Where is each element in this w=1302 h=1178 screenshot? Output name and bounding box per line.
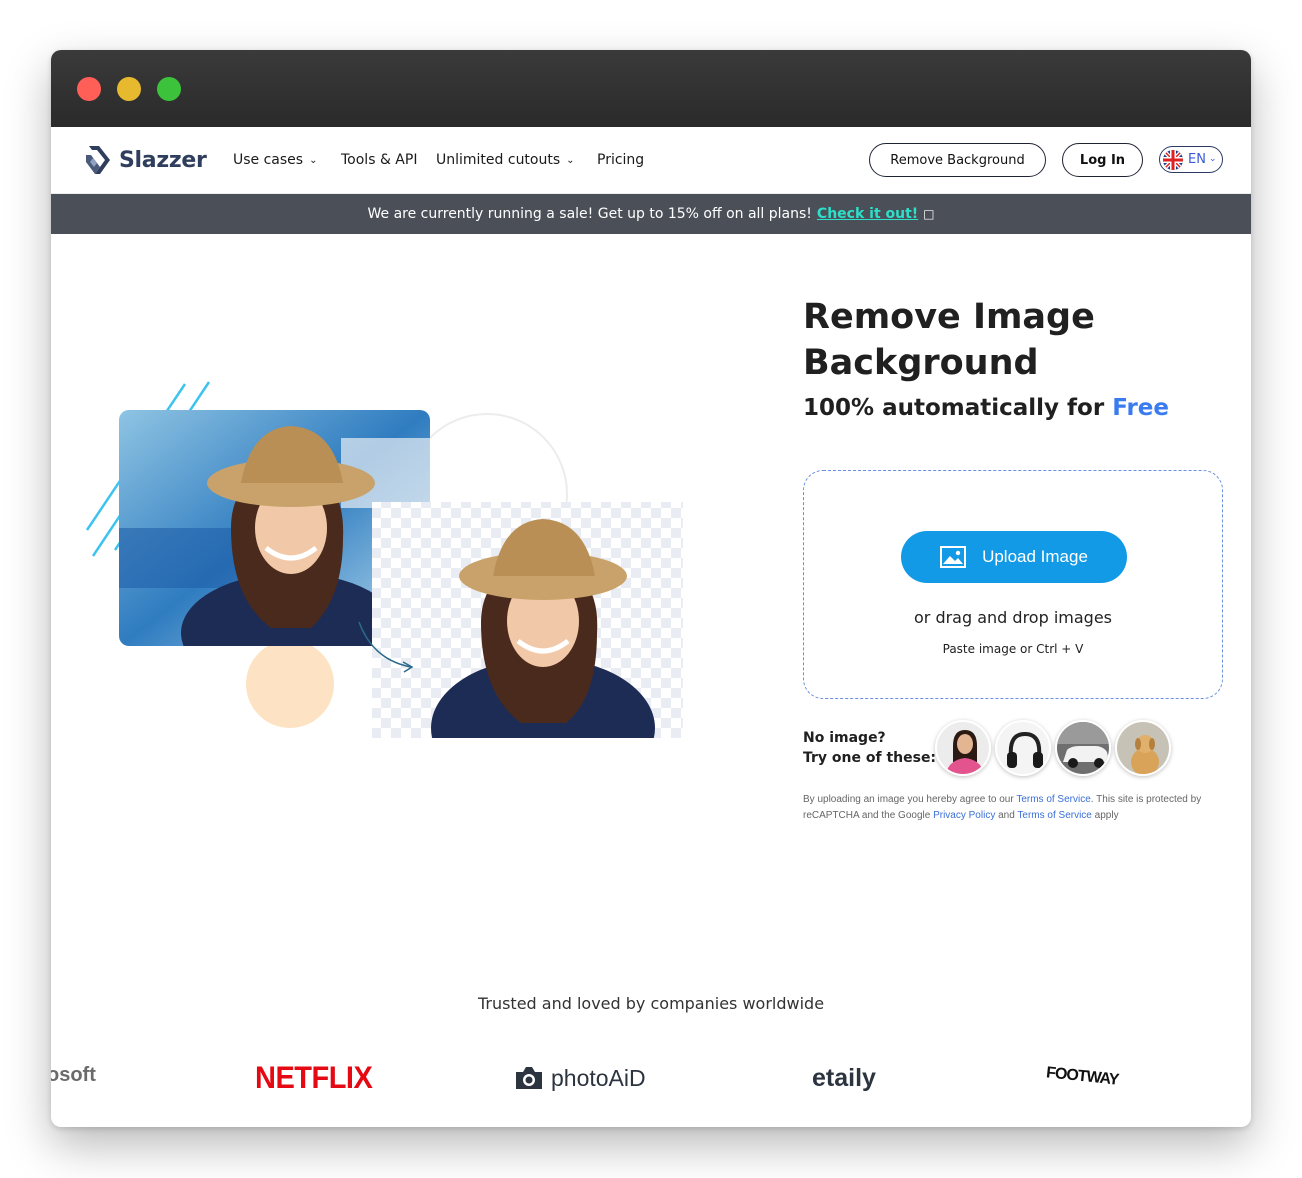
- sample-image-woman[interactable]: [935, 720, 991, 776]
- sale-banner-text: We are currently running a sale! Get up …: [367, 206, 812, 222]
- language-code: EN: [1188, 152, 1206, 167]
- nav-pricing-label: Pricing: [597, 152, 645, 168]
- camera-icon: [516, 1067, 542, 1089]
- minimize-window-button[interactable]: [117, 77, 141, 101]
- legal-notice: By uploading an image you hereby agree t…: [803, 792, 1233, 824]
- logo-text: Slazzer: [119, 147, 207, 173]
- zoom-window-button[interactable]: [157, 77, 181, 101]
- nav-tools-api-label: Tools & API: [341, 152, 418, 168]
- try-samples-label: No image? Try one of these:: [803, 728, 936, 768]
- slazzer-logo-icon: [86, 146, 110, 174]
- upload-image-label: Upload Image: [982, 547, 1088, 566]
- login-button[interactable]: Log In: [1062, 143, 1143, 177]
- upload-dropzone[interactable]: Upload Image or drag and drop images Pas…: [803, 470, 1223, 699]
- footway-logo: FOOTWAY: [1045, 1064, 1120, 1089]
- upload-image-button[interactable]: Upload Image: [901, 531, 1127, 583]
- drag-drop-text: or drag and drop images: [913, 608, 1112, 627]
- browser-window: Slazzer Use cases ⌄ Tools & API Unlimited…: [51, 50, 1251, 1127]
- site-logo[interactable]: Slazzer: [83, 143, 207, 177]
- nav-unlimited-cutouts-label: Unlimited cutouts: [436, 152, 561, 168]
- sample-image-dog[interactable]: [1115, 720, 1171, 776]
- nav-tools-api[interactable]: Tools & API: [341, 152, 417, 168]
- nav-use-cases-label: Use cases: [233, 152, 304, 168]
- top-navbar: Slazzer Use cases ⌄ Tools & API Unlimited…: [51, 127, 1251, 194]
- company-logos: osoft NETFLIX photoAiD etaily FOOTWAY: [51, 1060, 1251, 1104]
- privacy-policy-link[interactable]: Privacy Policy: [933, 810, 995, 821]
- photoaid-logo: photoAiD: [513, 1064, 646, 1092]
- trusted-heading: Trusted and loved by companies worldwide: [477, 994, 825, 1013]
- chevron-down-icon: ⌄: [1208, 153, 1217, 164]
- chevron-down-icon: ⌄: [566, 155, 575, 166]
- image-icon: [940, 546, 967, 568]
- terms-of-service-link-2[interactable]: Terms of Service: [1017, 810, 1091, 821]
- sample-image-headphones[interactable]: [995, 720, 1051, 776]
- terms-of-service-link[interactable]: Terms of Service: [1016, 794, 1090, 805]
- nav-unlimited-cutouts[interactable]: Unlimited cutouts ⌄: [436, 152, 575, 168]
- netflix-logo: NETFLIX: [255, 1060, 373, 1096]
- nav-pricing[interactable]: Pricing: [597, 152, 644, 168]
- close-window-button[interactable]: [77, 77, 101, 101]
- page-title: Remove Image Background: [803, 297, 1095, 383]
- remove-background-button[interactable]: Remove Background: [869, 143, 1046, 177]
- title-bar: [51, 50, 1251, 127]
- microsoft-logo: osoft: [51, 1064, 96, 1086]
- try-line-1: No image?: [803, 730, 886, 746]
- paste-hint: Paste image or Ctrl + V: [942, 642, 1084, 656]
- legal-part-1: By uploading an image you hereby agree t…: [803, 794, 1014, 805]
- subtitle-highlight: Free: [1112, 395, 1169, 421]
- etaily-logo: etaily: [812, 1064, 876, 1092]
- language-selector[interactable]: EN ⌄: [1159, 146, 1223, 173]
- photoaid-logo-text: photoAiD: [551, 1064, 646, 1091]
- nav-use-cases[interactable]: Use cases ⌄: [233, 152, 317, 168]
- hero-illustration: [85, 381, 683, 738]
- sale-banner: We are currently running a sale! Get up …: [51, 194, 1251, 234]
- external-link-icon: □: [923, 207, 935, 221]
- page-subtitle: 100% automatically for Free: [803, 395, 1169, 421]
- legal-part-3: and: [998, 810, 1015, 821]
- try-line-2: Try one of these:: [803, 750, 937, 766]
- sample-image-car[interactable]: [1055, 720, 1111, 776]
- legal-part-4: apply: [1094, 810, 1119, 821]
- uk-flag-icon: [1163, 149, 1183, 170]
- chevron-down-icon: ⌄: [309, 155, 318, 166]
- sale-banner-link[interactable]: Check it out!: [817, 206, 918, 222]
- subtitle-prefix: 100% automatically for: [803, 395, 1105, 421]
